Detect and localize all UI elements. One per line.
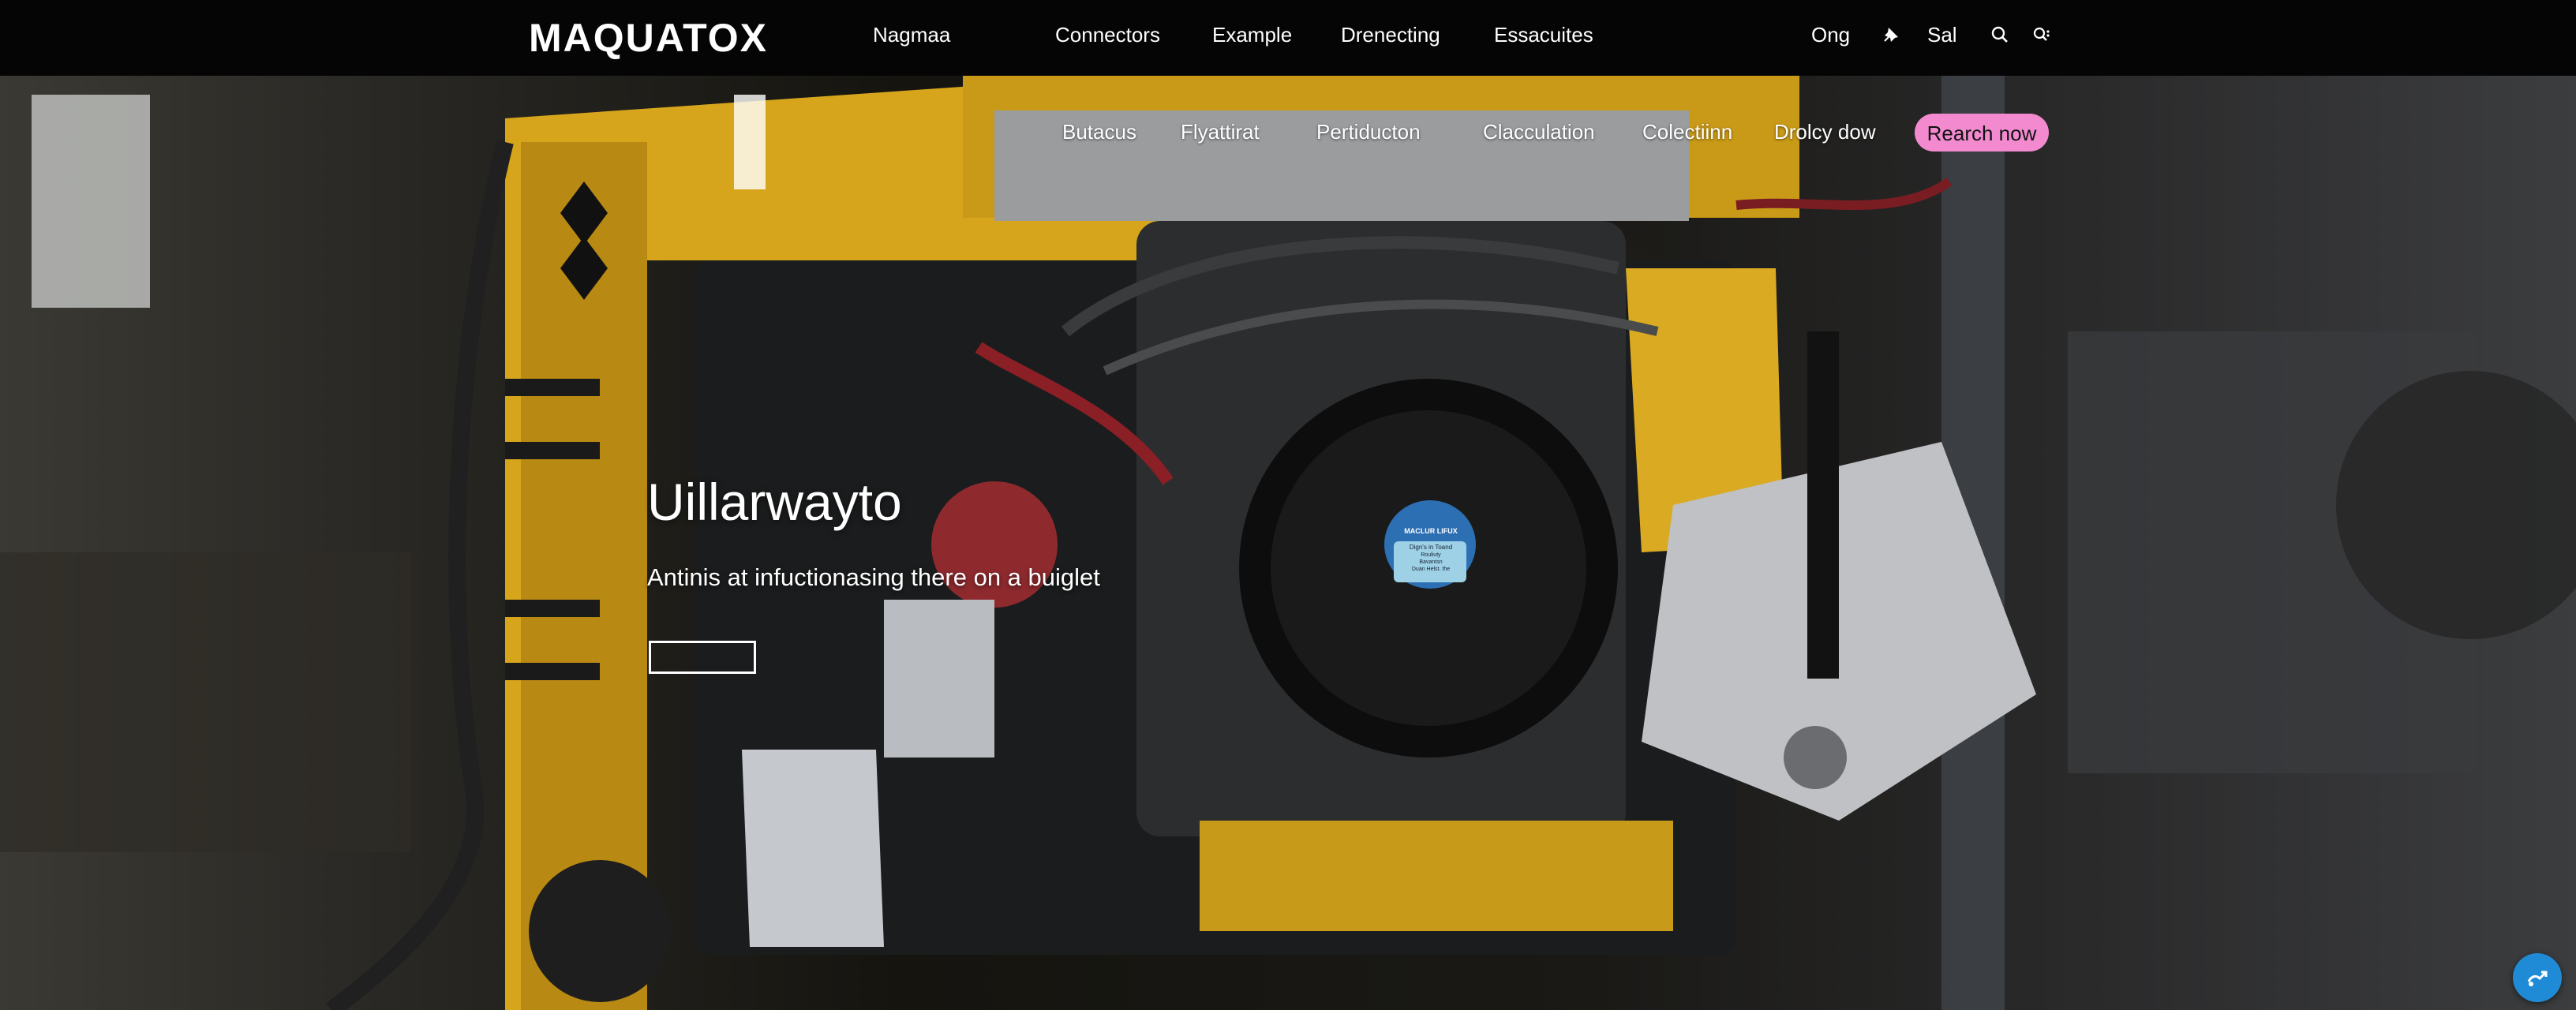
subnav-link-flyattirat[interactable]: Flyattirat [1181,118,1260,146]
nav-link-nagmaa[interactable]: Nagmaa [873,21,950,49]
hero-title: Uillarwayto [647,473,902,531]
machine-illustration [0,76,2576,1010]
plate-line-4: Bavantsn [1419,559,1443,565]
plate-line-1: MACLUR LIFUX [1404,527,1458,535]
plate-line-5: Duan Helst. the [1411,567,1451,572]
search-icon[interactable] [1984,19,2016,50]
reach-now-button[interactable]: Rearch now [1915,114,2049,152]
machine-label-plate: MACLUR LIFUX Dign's in Toand Rouliuty Ba… [1395,527,1466,573]
search-settings-icon[interactable] [2025,19,2057,50]
subnav-link-colectiinn[interactable]: Colectiinn [1642,118,1732,146]
hero-subtitle: Antinis at infuctionasing there on a bui… [647,563,1100,591]
pin-icon[interactable] [1875,19,1907,50]
chat-fab-button[interactable] [2513,953,2562,1002]
nav-link-example[interactable]: Example [1212,21,1292,49]
brand-logo[interactable]: MAQUATOX [529,14,768,62]
pin-icon-graphic [1884,28,1898,42]
hero-outline-button[interactable] [649,641,756,674]
subnav-link-clacculation[interactable]: Clacculation [1483,118,1595,146]
search-settings-icon-graphic [2033,27,2050,41]
subnav-link-butacus[interactable]: Butacus [1062,118,1136,146]
plate-line-2: Dign's in Toand [1409,544,1453,551]
hero-section [0,76,2576,1010]
plate-line-3: Rouliuty [1421,552,1441,558]
search-icon-graphic [1991,26,2008,43]
subnav-link-pertiducton[interactable]: Pertiducton [1316,118,1421,146]
chat-icon [2527,971,2548,986]
top-nav-bar: MAQUATOX Nagmaa Connectors Example Drene… [0,0,2576,76]
nav-link-drenecting[interactable]: Drenecting [1341,21,1440,49]
nav-link-connectors[interactable]: Connectors [1055,21,1160,49]
nav-sal[interactable]: Sal [1927,21,1957,49]
nav-language-ong[interactable]: Ong [1811,21,1850,49]
subnav-link-drolcy-dow[interactable]: Drolcy dow [1774,118,1876,146]
nav-link-essacuites[interactable]: Essacuites [1494,21,1593,49]
